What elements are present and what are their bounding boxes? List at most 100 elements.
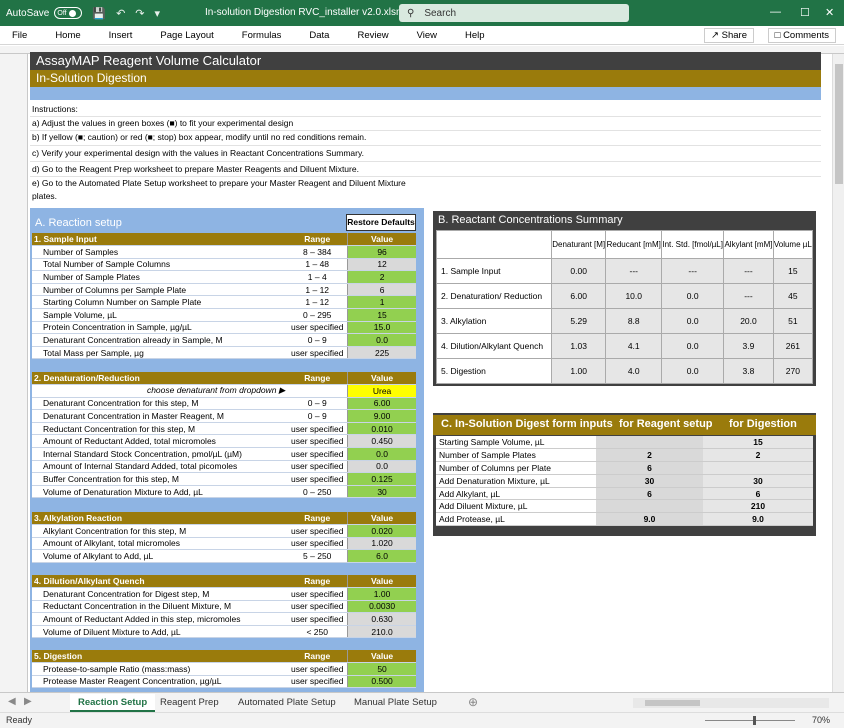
row-value[interactable]: 0.500 — [347, 675, 416, 689]
share-button[interactable]: ↗ Share — [704, 28, 754, 43]
row-value[interactable]: 6.00 — [347, 397, 416, 411]
menu-home[interactable]: Home — [55, 30, 80, 41]
next-sheet-icon[interactable]: ▶ — [24, 696, 32, 707]
table-header: Denaturant [M] Reducant [mM] Int. Std. [fm… — [436, 230, 814, 259]
group-title: 4. Dilution/Alkylant Quench — [32, 575, 288, 589]
row-value[interactable]: 50 — [347, 662, 416, 676]
zoom-level[interactable]: 70% — [812, 715, 830, 725]
close-icon[interactable]: ✕ — [825, 6, 834, 19]
row-value[interactable]: 0.0 — [347, 333, 416, 347]
zoom-slider[interactable] — [705, 720, 795, 721]
menu-data[interactable]: Data — [309, 30, 329, 41]
comments-label: Comments — [783, 30, 829, 41]
row-value[interactable]: 0.010 — [347, 422, 416, 436]
row-value[interactable]: 1 — [347, 295, 416, 310]
setup-table: 2. Denaturation/Reduction Range Value choos… — [32, 372, 416, 499]
table-row: Buffer Concentration for this step, Muse… — [32, 472, 416, 486]
table-row: Reductant Concentration for this step, M… — [32, 422, 416, 436]
menu-formulas[interactable]: Formulas — [242, 30, 282, 41]
grid-line — [30, 130, 821, 131]
row-range: user specified — [287, 587, 348, 601]
row-label: Add Diluent Mixture, µL — [436, 499, 596, 514]
row-value[interactable]: Urea — [347, 384, 416, 398]
horizontal-scrollbar[interactable] — [633, 698, 829, 708]
menu-file[interactable]: File — [12, 30, 27, 41]
undo-icon[interactable]: ↶ — [116, 7, 125, 20]
group-title: 2. Denaturation/Reduction — [32, 372, 288, 386]
table-row: Reductant Concentration in the Diluent M… — [32, 600, 416, 614]
restore-defaults-button[interactable]: Restore Defaults — [346, 214, 416, 231]
digest-form-table: Starting Sample Volume, µL 15 Number of Sa… — [436, 436, 813, 527]
value-header: Value — [347, 372, 416, 386]
menu-page-layout[interactable]: Page Layout — [160, 30, 213, 41]
digestion-value: 2 — [703, 448, 813, 463]
summary-cell: 270 — [772, 358, 814, 384]
blank-cell — [436, 230, 552, 259]
row-range: user specified — [287, 434, 348, 449]
reagent-value — [596, 499, 703, 514]
row-value[interactable]: 0.125 — [347, 472, 416, 486]
row-range: user specified — [287, 346, 348, 360]
tab-reaction-setup[interactable]: Reaction Setup — [70, 694, 156, 712]
grid-line — [30, 161, 821, 162]
redo-icon[interactable]: ↷ — [135, 7, 144, 20]
search-input[interactable]: ⚲ Search — [399, 4, 629, 22]
row-value[interactable]: 1.00 — [347, 587, 416, 601]
row-value[interactable]: 6.0 — [347, 549, 416, 563]
table-row: Add Alkylant, µL 6 6 — [436, 487, 813, 501]
row-value[interactable]: 0.020 — [347, 524, 416, 538]
row-value[interactable]: 2 — [347, 270, 416, 284]
autosave-toggle[interactable]: Off — [54, 7, 83, 19]
row-value[interactable]: 96 — [347, 245, 416, 259]
row-range: < 250 — [287, 625, 348, 639]
menu-review[interactable]: Review — [357, 30, 388, 41]
row-label: Denaturant Concentration already in Samp… — [32, 333, 288, 347]
row-value[interactable]: 9.00 — [347, 409, 416, 423]
row-range: user specified — [287, 321, 348, 335]
prev-sheet-icon[interactable]: ◀ — [8, 696, 16, 707]
column-header: Alkylant [mM] — [723, 230, 774, 259]
row-label: Add Denaturation Mixture, µL — [436, 474, 596, 488]
row-label: 5. Digestion — [436, 358, 552, 384]
table-row: Number of Samples 8 – 384 96 — [32, 245, 416, 259]
vertical-scrollbar[interactable] — [832, 54, 844, 692]
row-value[interactable]: 15 — [347, 308, 416, 322]
row-value[interactable]: 0.0030 — [347, 600, 416, 614]
zoom-knob[interactable] — [753, 716, 756, 725]
range-header: Range — [287, 512, 348, 526]
save-icon[interactable]: 💾 — [92, 7, 106, 20]
row-value: 12 — [347, 258, 416, 272]
row-value[interactable]: 15.0 — [347, 321, 416, 335]
row-range: 0 – 295 — [287, 308, 348, 322]
menu-insert[interactable]: Insert — [109, 30, 133, 41]
table-row: Total Number of Sample Columns 1 – 48 12 — [32, 258, 416, 272]
table-row: Volume of Alkylant to Add, µL 5 – 250 6.0 — [32, 549, 416, 563]
row-range: 1 – 12 — [287, 295, 348, 310]
hscroll-thumb[interactable] — [645, 700, 700, 706]
add-sheet-icon[interactable]: ⊕ — [468, 695, 478, 709]
reagent-value: 6 — [596, 487, 703, 501]
maximize-icon[interactable]: ☐ — [800, 6, 810, 19]
customize-quick-access-icon[interactable]: ▾ — [155, 7, 161, 20]
digestion-value: 15 — [703, 436, 813, 450]
tab-manual-plate-setup[interactable]: Manual Plate Setup — [346, 694, 445, 712]
tab-automated-plate-setup[interactable]: Automated Plate Setup — [230, 694, 344, 712]
row-range: 8 – 384 — [287, 245, 348, 259]
digestion-value: 210 — [703, 499, 813, 514]
menu-view[interactable]: View — [417, 30, 437, 41]
table-row: Starting Sample Volume, µL 15 — [436, 436, 813, 450]
share-label: Share — [721, 30, 747, 41]
summary-cell: --- — [723, 283, 774, 309]
tab-reagent-prep[interactable]: Reagent Prep — [152, 694, 227, 712]
comments-button[interactable]: □ Comments — [767, 28, 836, 43]
reagent-value: 6 — [596, 461, 703, 475]
row-range: user specified — [287, 675, 348, 689]
row-value[interactable]: 0.0 — [347, 447, 416, 461]
autosave-label: AutoSave — [6, 7, 50, 19]
minimize-icon[interactable]: — — [770, 6, 781, 18]
menu-help[interactable]: Help — [465, 30, 485, 41]
row-value[interactable]: 30 — [347, 485, 416, 499]
summary-cell: 261 — [772, 333, 814, 359]
scroll-thumb[interactable] — [835, 64, 843, 184]
worksheet[interactable]: AssayMAP Reagent Volume Calculator In-So… — [0, 46, 844, 692]
